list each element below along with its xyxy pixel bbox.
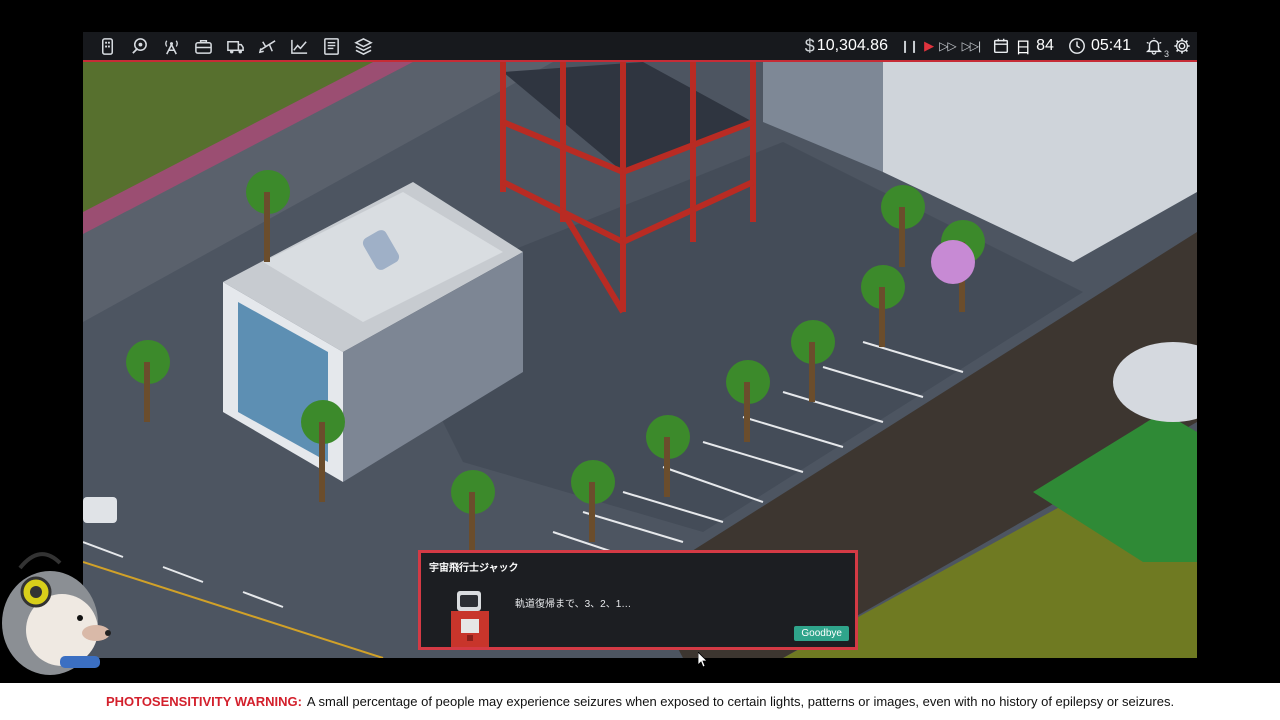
top-bar: $ 10,304.86 ❙❙ ▶ ▷▷ ▷▷| 日 84 05:41 3 (83, 32, 1197, 62)
money-value: 10,304.86 (816, 37, 888, 54)
car (83, 497, 117, 523)
clock-icon (1069, 38, 1085, 54)
fast-forward-button[interactable]: ▷▷ (939, 39, 956, 53)
phone-icon[interactable] (91, 32, 123, 60)
warning-label: PHOTOSENSITIVITY WARNING: (105, 694, 302, 709)
play-button[interactable]: ▶ (924, 38, 934, 54)
bell-icon (1145, 37, 1163, 55)
broadcast-icon[interactable] (155, 32, 187, 60)
currency-symbol: $ (804, 35, 815, 56)
stats-icon[interactable] (283, 32, 315, 60)
time-display: 05:41 (1068, 37, 1131, 55)
delivery-icon[interactable] (219, 32, 251, 60)
places-icon[interactable] (123, 32, 155, 60)
money-display: $ 10,304.86 (805, 36, 888, 57)
speaker-name: 宇宙飛行士ジャック (429, 563, 519, 574)
pause-button[interactable]: ❙❙ (900, 39, 919, 53)
astronaut-portrait (451, 591, 489, 647)
notification-count: 3 (1163, 49, 1169, 59)
book-icon[interactable] (315, 32, 347, 60)
layers-icon[interactable] (347, 32, 379, 60)
day-number: 84 (1036, 37, 1054, 54)
photosensitivity-warning: PHOTOSENSITIVITY WARNING: A small percen… (0, 683, 1280, 720)
mouse-cursor (698, 652, 708, 668)
dialog-message: 軌道復帰まで、3、2、1… (515, 599, 632, 610)
notifications-button[interactable]: 3 (1145, 37, 1169, 59)
flights-icon[interactable] (251, 32, 283, 60)
time-value: 05:41 (1090, 37, 1131, 54)
calendar-icon (994, 38, 1009, 54)
settings-button[interactable] (1173, 37, 1191, 55)
status-area: $ 10,304.86 ❙❙ ▶ ▷▷ ▷▷| 日 84 05:41 3 (805, 32, 1191, 60)
npc-dialog: 宇宙飛行士ジャック 軌道復帰まで、3、2、1… Goodbye (418, 550, 858, 650)
warning-text: A small percentage of people may experie… (306, 694, 1175, 709)
day-label: 日 (1015, 40, 1032, 57)
briefcase-icon[interactable] (187, 32, 219, 60)
speed-controls: ❙❙ ▶ ▷▷ ▷▷| (900, 38, 982, 54)
blossom-tree (931, 240, 975, 284)
streamer-mascot (2, 552, 111, 675)
goodbye-button[interactable]: Goodbye (794, 626, 849, 641)
date-display: 日 84 (992, 34, 1054, 58)
fastest-button[interactable]: ▷▷| (962, 39, 982, 53)
toolbar (91, 32, 379, 60)
gear-icon (1174, 38, 1190, 54)
